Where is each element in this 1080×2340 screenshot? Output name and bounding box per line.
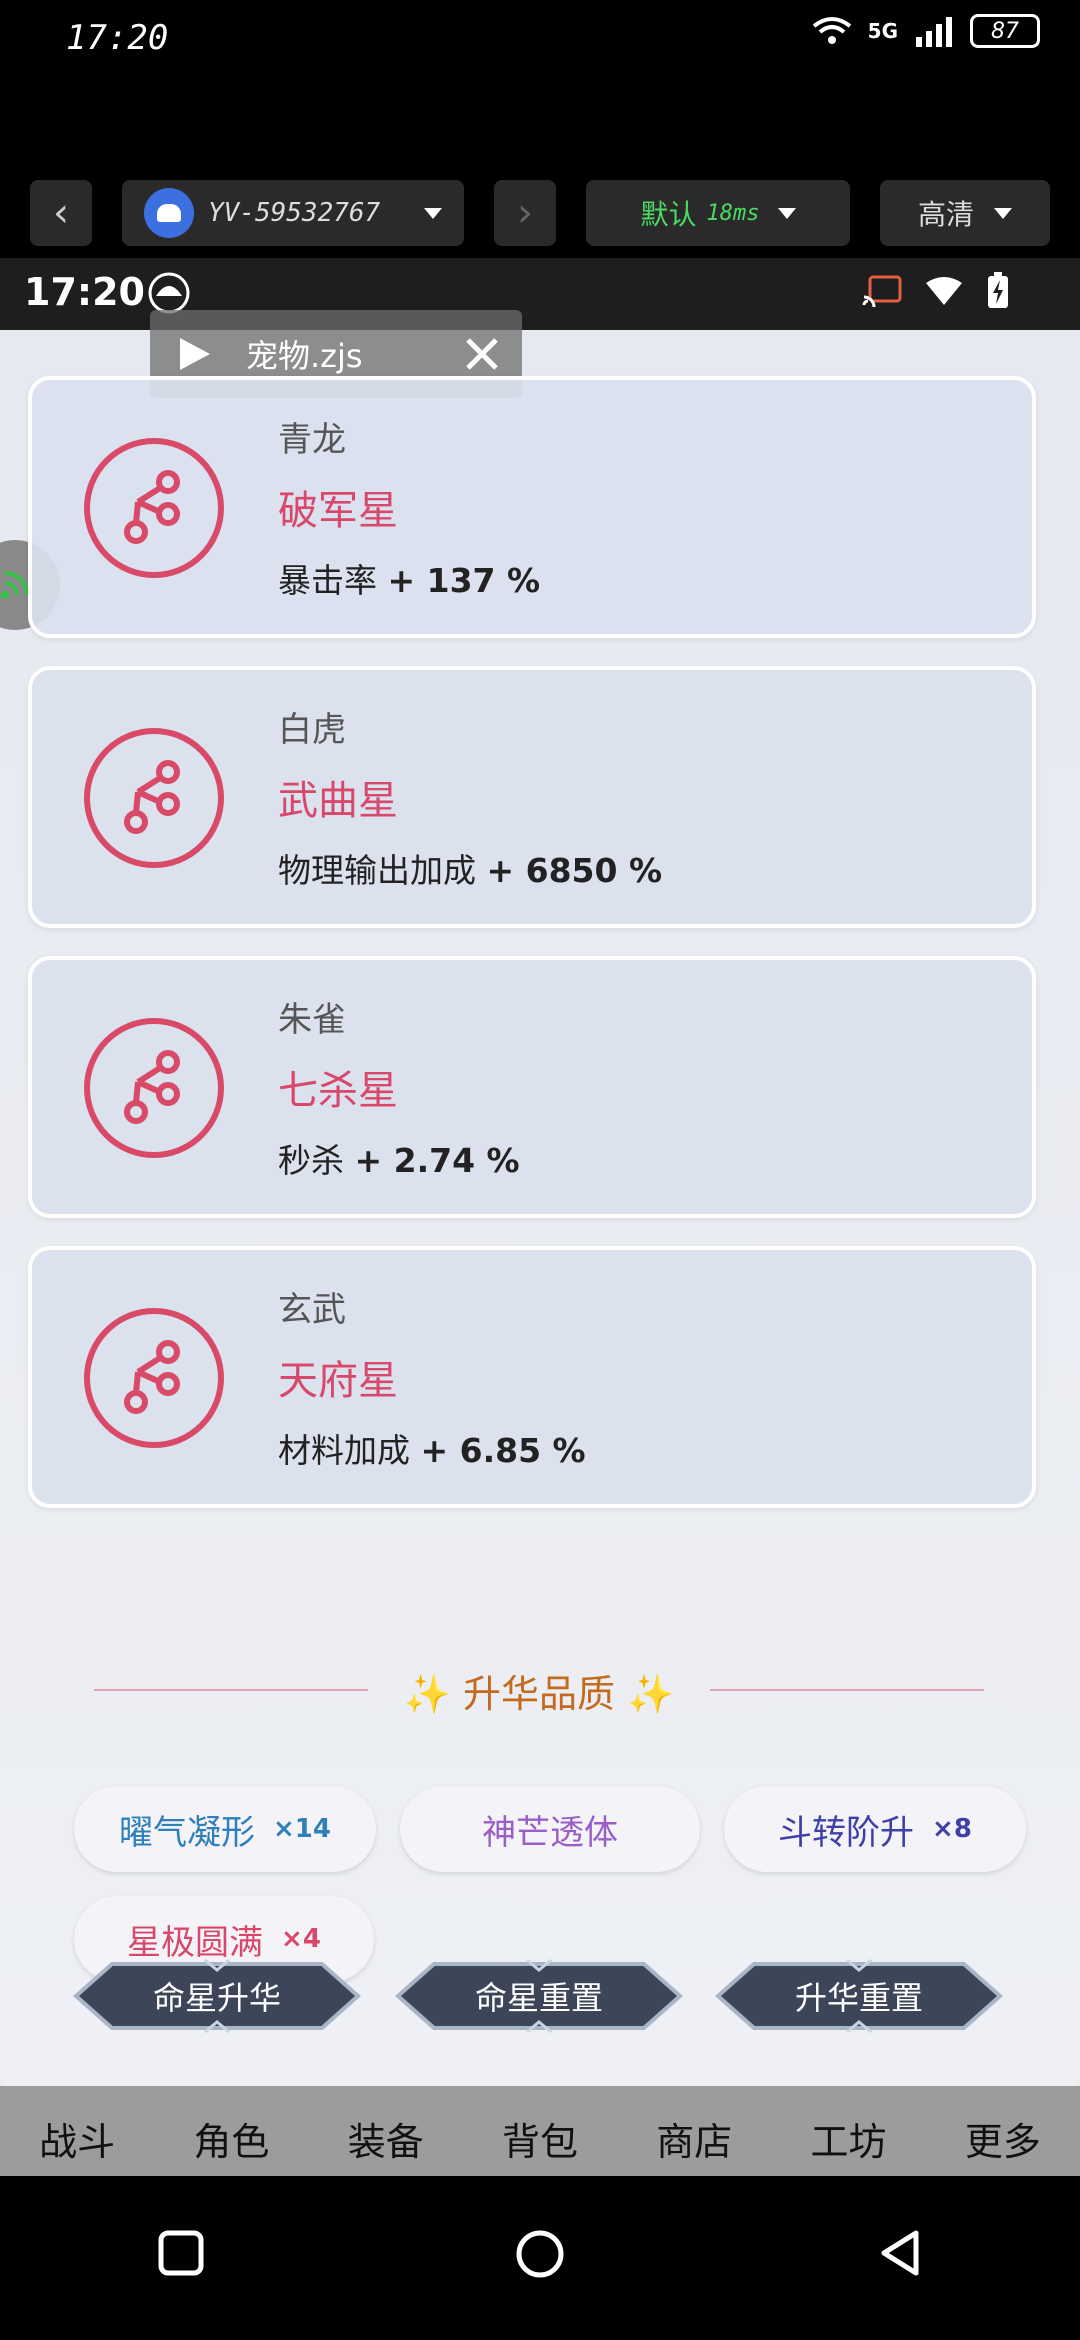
back-icon[interactable] bbox=[876, 2228, 926, 2278]
system-nav-bar bbox=[0, 2176, 1080, 2340]
star-card-zhuque[interactable]: 朱雀 七杀星 秒杀 + 2.74 % bbox=[28, 956, 1036, 1218]
os-status-bar: 17:20 5G 87 bbox=[0, 0, 1080, 80]
chevron-right-icon: › bbox=[517, 190, 533, 236]
line-label: 默认 bbox=[640, 198, 697, 231]
os-status-icons: 5G 87 bbox=[812, 14, 1040, 48]
nav-equipment[interactable]: 装备 bbox=[326, 2111, 446, 2166]
chip-count: ×14 bbox=[273, 1814, 331, 1844]
share-icon bbox=[84, 728, 224, 868]
android-icon bbox=[144, 188, 194, 238]
reset-star-label: 命星重置 bbox=[474, 1979, 603, 2017]
inner-clock: 17:20 bbox=[24, 270, 145, 314]
close-icon[interactable] bbox=[464, 336, 500, 372]
star-panel: 宠物.zjs 青龙 破军星 暴击率 + 137 % 白虎 武曲星 物理输出加成 … bbox=[0, 310, 1080, 2086]
card-bonus: 物理输出加成 + 6850 % bbox=[278, 844, 662, 892]
battery-charging-icon bbox=[988, 272, 1008, 308]
chip-count: ×8 bbox=[932, 1814, 972, 1844]
quality-chip-douzhuan[interactable]: 斗转阶升 ×8 bbox=[724, 1786, 1026, 1872]
quality-selector[interactable]: 高清 bbox=[880, 180, 1050, 246]
share-icon bbox=[84, 438, 224, 578]
ascend-button[interactable]: 命星升华 bbox=[72, 1958, 362, 2034]
device-id: YV-59532767 bbox=[208, 198, 381, 228]
card-bonus: 暴击率 + 137 % bbox=[278, 554, 540, 602]
card-group: 青龙 bbox=[278, 420, 346, 460]
reset-ascend-button[interactable]: 升华重置 bbox=[714, 1958, 1004, 2034]
inner-status-icons bbox=[862, 272, 1010, 310]
chip-label: 斗转阶升 bbox=[778, 1812, 915, 1853]
card-bonus: 秒杀 + 2.74 % bbox=[278, 1134, 520, 1182]
bonus-value: + 2.74 % bbox=[354, 1141, 520, 1180]
nav-shop[interactable]: 商店 bbox=[634, 2111, 754, 2166]
chevron-left-icon: ‹ bbox=[53, 190, 69, 236]
chip-count: ×4 bbox=[281, 1924, 321, 1954]
ascend-label: 命星升华 bbox=[152, 1979, 281, 2017]
chevron-down-icon bbox=[994, 207, 1012, 219]
nav-workshop[interactable]: 工坊 bbox=[789, 2111, 909, 2166]
chip-label: 星极圆满 bbox=[127, 1922, 264, 1963]
star-card-xuanwu[interactable]: 玄武 天府星 材料加成 + 6.85 % bbox=[28, 1246, 1036, 1508]
reset-ascend-label: 升华重置 bbox=[794, 1979, 923, 2017]
quality-chip-shenmang[interactable]: 神芒透体 bbox=[400, 1786, 700, 1872]
chevron-down-icon bbox=[424, 207, 442, 219]
wifi-icon bbox=[812, 17, 851, 44]
card-star-name: 七杀星 bbox=[278, 1068, 398, 1114]
latency-value: 18ms bbox=[706, 200, 760, 226]
quality-section-header: ✨ 升华品质 ✨ bbox=[94, 1660, 985, 1720]
divider-line bbox=[710, 1689, 985, 1691]
remote-toolbar: ‹ YV-59532767 › 默认 18ms 高清 bbox=[0, 180, 1080, 246]
card-star-name: 天府星 bbox=[278, 1358, 398, 1404]
quality-section-title: ✨ 升华品质 ✨ bbox=[403, 1671, 675, 1716]
forward-button[interactable]: › bbox=[494, 180, 556, 246]
back-button[interactable]: ‹ bbox=[30, 180, 92, 246]
quality-label: 高清 bbox=[917, 198, 974, 231]
device-selector[interactable]: YV-59532767 bbox=[122, 180, 464, 246]
nav-more[interactable]: 更多 bbox=[943, 2111, 1063, 2166]
chip-label: 曜气凝形 bbox=[119, 1812, 256, 1853]
remote-screen: 17:20 宠物.zjs 青龙 破军星 暴击率 + 137 % 白虎 武曲星 物… bbox=[0, 258, 1080, 2176]
nav-battle[interactable]: 战斗 bbox=[17, 2111, 137, 2166]
nav-character[interactable]: 角色 bbox=[171, 2111, 291, 2166]
bonus-value: + 137 % bbox=[387, 561, 541, 600]
bonus-label: 暴击率 bbox=[278, 561, 377, 600]
card-group: 朱雀 bbox=[278, 1000, 346, 1040]
card-group: 白虎 bbox=[278, 710, 346, 750]
bonus-value: + 6850 % bbox=[486, 851, 663, 890]
nav-bag[interactable]: 背包 bbox=[480, 2111, 600, 2166]
game-bottom-nav: 战斗 角色 装备 背包 商店 工坊 更多 bbox=[0, 2086, 1080, 2176]
home-icon[interactable] bbox=[514, 2228, 566, 2280]
bonus-label: 材料加成 bbox=[278, 1431, 410, 1470]
bonus-value: + 6.85 % bbox=[420, 1431, 586, 1470]
star-card-qinglong[interactable]: 青龙 破军星 暴击率 + 137 % bbox=[28, 376, 1036, 638]
bonus-label: 秒杀 bbox=[278, 1141, 344, 1180]
chevron-down-icon bbox=[777, 207, 796, 219]
star-card-baihu[interactable]: 白虎 武曲星 物理输出加成 + 6850 % bbox=[28, 666, 1036, 928]
bonus-label: 物理输出加成 bbox=[278, 851, 476, 890]
play-icon[interactable] bbox=[174, 334, 214, 374]
script-name: 宠物.zjs bbox=[246, 337, 363, 375]
reset-star-button[interactable]: 命星重置 bbox=[394, 1958, 684, 2034]
card-star-name: 武曲星 bbox=[278, 778, 398, 824]
chip-label: 神芒透体 bbox=[482, 1812, 618, 1853]
quality-chip-yaoqi[interactable]: 曜气凝形 ×14 bbox=[74, 1786, 376, 1872]
card-bonus: 材料加成 + 6.85 % bbox=[278, 1424, 586, 1472]
recents-icon[interactable] bbox=[156, 2228, 206, 2278]
line-selector[interactable]: 默认 18ms bbox=[586, 180, 850, 246]
card-star-name: 破军星 bbox=[278, 488, 398, 534]
share-icon bbox=[84, 1308, 224, 1448]
card-group: 玄武 bbox=[278, 1290, 346, 1330]
share-icon bbox=[84, 1018, 224, 1158]
wifi-icon bbox=[926, 277, 962, 305]
os-clock: 17:20 bbox=[66, 18, 169, 58]
cast-icon bbox=[862, 275, 902, 307]
divider-line bbox=[94, 1689, 368, 1691]
battery-icon: 87 bbox=[970, 14, 1040, 48]
signal-icon bbox=[916, 17, 952, 47]
network-type-label: 5G bbox=[867, 19, 898, 43]
